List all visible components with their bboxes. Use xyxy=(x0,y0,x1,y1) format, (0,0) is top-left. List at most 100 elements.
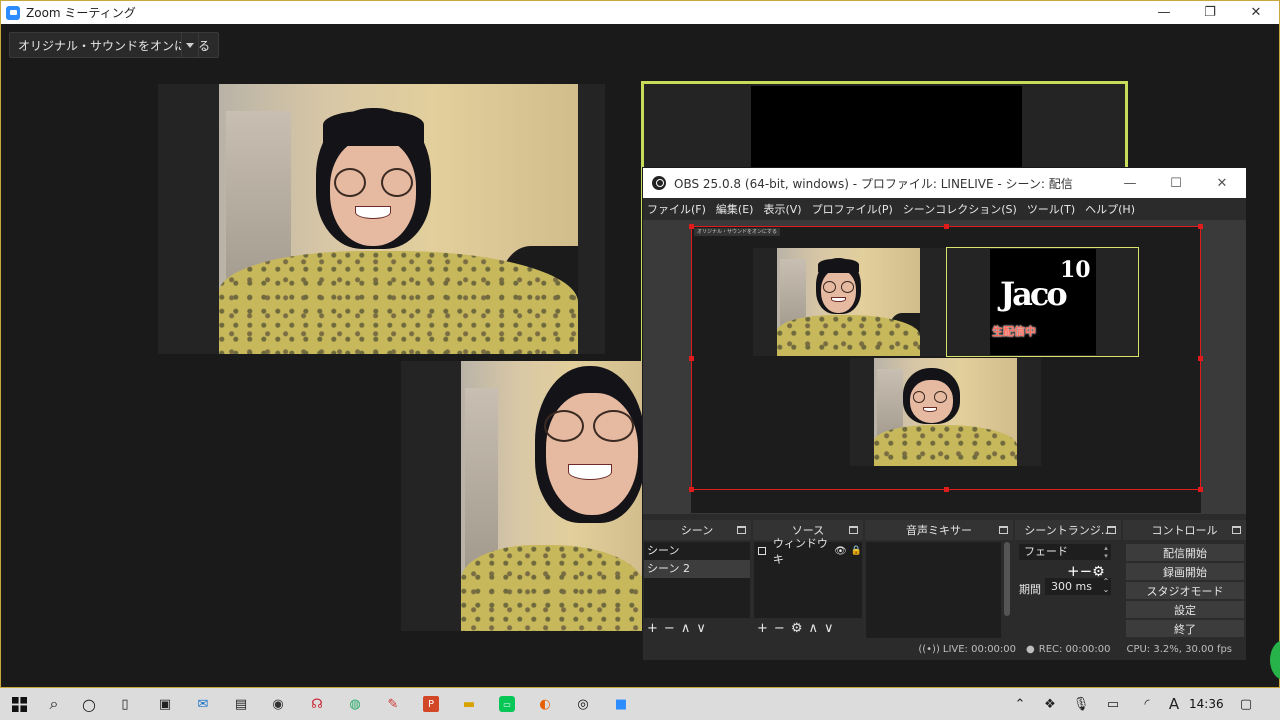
store-icon[interactable]: ▣ xyxy=(157,696,173,712)
paint-icon[interactable]: ✎ xyxy=(385,696,401,712)
obs-titlebar[interactable]: OBS 25.0.8 (64-bit, windows) - プロファイル: L… xyxy=(643,168,1246,198)
resize-handle[interactable] xyxy=(1198,487,1203,492)
ime-indicator[interactable]: A xyxy=(1166,695,1182,713)
participant-tile-1[interactable] xyxy=(158,84,605,354)
undock-icon[interactable] xyxy=(1232,526,1241,534)
participant-video-1 xyxy=(219,84,578,354)
notepad-icon[interactable]: ▤ xyxy=(233,696,249,712)
undock-icon[interactable] xyxy=(737,526,746,534)
windows-taskbar: ⌕ ○ ▯ ▣ ✉ ▤ ◉ ☊ ◍ ✎ P ▬ ▭ ◐ ◎ ■ ⌃ ❖ 🎙 ▭ … xyxy=(0,688,1280,720)
studio-mode-button[interactable]: スタジオモード xyxy=(1126,582,1244,599)
undock-icon[interactable] xyxy=(999,526,1008,534)
selection-bounding-box[interactable] xyxy=(689,224,1203,492)
zoom-taskbar-icon[interactable]: ■ xyxy=(613,696,629,712)
participant-tile-3[interactable] xyxy=(401,361,645,631)
resize-handle[interactable] xyxy=(1198,224,1203,229)
resize-handle[interactable] xyxy=(1198,356,1203,361)
task-view-icon[interactable]: ▯ xyxy=(117,696,133,712)
obs-maximize-icon[interactable]: ☐ xyxy=(1153,168,1199,198)
source-list: ウィンドウキ 👁 🔒 xyxy=(754,537,862,618)
cpu-fps: CPU: 3.2%, 30.00 fps xyxy=(1126,643,1232,655)
obs-preview[interactable]: オリジナル・サウンドをオンにする Jaco 10 生配信中 xyxy=(643,220,1246,514)
notification-icon[interactable]: ▢ xyxy=(1238,696,1254,712)
obs-window: OBS 25.0.8 (64-bit, windows) - プロファイル: L… xyxy=(642,167,1247,661)
line-app-icon[interactable]: ▭ xyxy=(499,696,515,712)
battery-icon[interactable]: ▭ xyxy=(1105,696,1121,712)
menu-view[interactable]: 表示(V) xyxy=(763,201,801,217)
minimize-icon[interactable]: — xyxy=(1141,1,1187,24)
duration-input-value: 300 ms xyxy=(1051,580,1092,593)
sound-options-dropdown[interactable] xyxy=(181,32,199,58)
wifi-icon[interactable]: ◜ xyxy=(1139,696,1155,712)
add-source-icon[interactable]: + xyxy=(757,620,768,638)
obs-minimize-icon[interactable]: — xyxy=(1107,168,1153,198)
exit-button[interactable]: 終了 xyxy=(1126,620,1244,637)
menu-help[interactable]: ヘルプ(H) xyxy=(1085,201,1135,217)
resize-handle[interactable] xyxy=(689,487,694,492)
transition-select[interactable]: フェード ▴ ▾ xyxy=(1019,544,1111,560)
chevron-updown-icon: ▴ ▾ xyxy=(1104,544,1108,560)
search-icon[interactable]: ⌕ xyxy=(46,694,62,713)
resize-handle[interactable] xyxy=(944,224,949,229)
resize-handle[interactable] xyxy=(689,356,694,361)
controls-dock-header: コントロール xyxy=(1123,520,1246,540)
obs-statusbar: ((•)) LIVE: 00:00:00 ● REC: 00:00:00 CPU… xyxy=(643,638,1246,660)
resize-handle[interactable] xyxy=(689,224,694,229)
move-down-icon[interactable]: ∨ xyxy=(824,620,834,638)
mail-icon[interactable]: ✉ xyxy=(195,696,211,712)
mixer-dock-title: 音声ミキサー xyxy=(906,524,972,537)
source-settings-gear-icon[interactable]: ⚙ xyxy=(791,620,803,638)
scenes-dock-title: シーン xyxy=(680,524,714,537)
move-up-icon[interactable]: ∧ xyxy=(681,620,691,638)
dropbox-icon[interactable]: ❖ xyxy=(1042,696,1058,712)
menu-tools[interactable]: ツール(T) xyxy=(1027,201,1075,217)
obs-taskbar-icon[interactable]: ◎ xyxy=(575,696,591,712)
sources-dock: ソース ウィンドウキ 👁 🔒 + − ⚙ ∧ ∨ xyxy=(753,520,863,638)
duration-input[interactable]: 300 ms ⌃ ⌄ xyxy=(1045,578,1111,595)
menu-scene-collection[interactable]: シーンコレクション(S) xyxy=(903,201,1017,217)
scene-item-1[interactable]: シーン xyxy=(644,542,750,560)
mixer-scrollbar[interactable] xyxy=(1004,542,1010,616)
obs-window-title: OBS 25.0.8 (64-bit, windows) - プロファイル: L… xyxy=(674,176,1073,191)
undock-icon[interactable] xyxy=(1107,526,1116,534)
maximize-icon[interactable]: ❐ xyxy=(1187,1,1233,24)
remove-source-icon[interactable]: − xyxy=(774,620,785,638)
taskbar-clock[interactable]: 14:36 xyxy=(1189,697,1224,711)
add-scene-icon[interactable]: + xyxy=(647,620,658,638)
start-recording-button[interactable]: 録画開始 xyxy=(1126,563,1244,580)
chevron-up-icon[interactable]: ⌃ xyxy=(1012,696,1028,712)
remove-scene-icon[interactable]: − xyxy=(664,620,675,638)
scene-item-2[interactable]: シーン 2 xyxy=(644,560,750,578)
browser-icon[interactable]: ◍ xyxy=(347,696,363,712)
lock-icon[interactable]: 🔒 xyxy=(851,546,862,556)
headphones-icon[interactable]: ☊ xyxy=(309,696,325,712)
undock-icon[interactable] xyxy=(849,526,858,534)
powerpoint-icon[interactable]: P xyxy=(423,696,439,712)
source-item[interactable]: ウィンドウキ 👁 🔒 xyxy=(754,537,862,566)
settings-button[interactable]: 設定 xyxy=(1126,601,1244,618)
obs-logo-icon xyxy=(652,176,666,190)
file-explorer-icon[interactable]: ▬ xyxy=(461,696,477,712)
close-icon[interactable]: ✕ xyxy=(1233,1,1279,24)
zoom-window-title: Zoom ミーティング xyxy=(26,6,136,20)
media-app-icon[interactable]: ◉ xyxy=(270,696,286,712)
cortana-icon[interactable]: ○ xyxy=(81,695,97,714)
mixer-area xyxy=(866,542,1001,638)
start-streaming-button[interactable]: 配信開始 xyxy=(1126,544,1244,561)
move-up-icon[interactable]: ∧ xyxy=(808,620,818,638)
eye-icon[interactable]: 👁 xyxy=(834,546,847,557)
duration-spinner-icon[interactable]: ⌃ ⌄ xyxy=(1101,578,1111,595)
move-down-icon[interactable]: ∨ xyxy=(696,620,706,638)
zoom-titlebar[interactable]: Zoom ミーティング — ❐ ✕ xyxy=(1,1,1279,24)
menu-edit[interactable]: 編集(E) xyxy=(716,201,754,217)
menu-file[interactable]: ファイル(F) xyxy=(647,201,706,217)
firefox-icon[interactable]: ◐ xyxy=(537,696,553,712)
windows-start-icon[interactable] xyxy=(11,696,27,712)
microphone-icon[interactable]: 🎙 xyxy=(1073,696,1090,712)
live-broadcast-icon: ((•)) xyxy=(918,643,940,655)
menu-profile[interactable]: プロファイル(P) xyxy=(812,201,893,217)
scenes-dock: シーン シーン シーン 2 + − ∧ ∨ xyxy=(643,520,751,638)
obs-close-icon[interactable]: ✕ xyxy=(1199,168,1245,198)
resize-handle[interactable] xyxy=(944,487,949,492)
scenes-dock-header: シーン xyxy=(643,520,751,540)
